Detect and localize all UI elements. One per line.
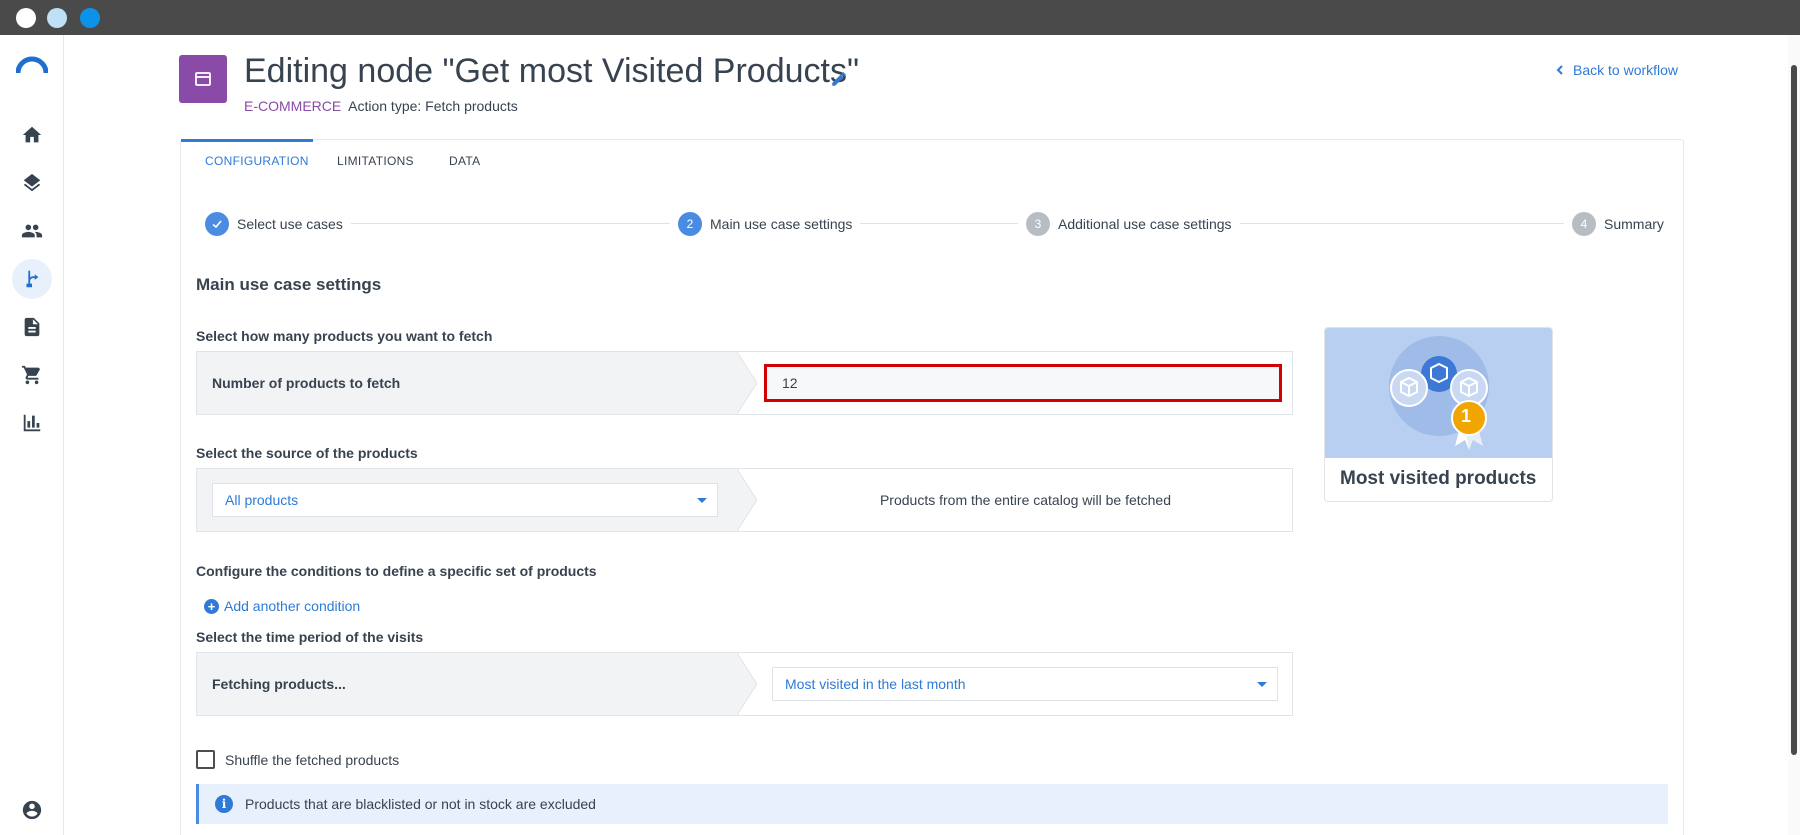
node-type-icon: [179, 55, 227, 103]
back-to-workflow-link[interactable]: Back to workflow: [1555, 62, 1678, 78]
source-question: Select the source of the products: [196, 445, 418, 461]
step-number: 3: [1026, 212, 1050, 236]
sidebar-item-account[interactable]: [12, 790, 52, 830]
add-condition-button[interactable]: + Add another condition: [204, 598, 360, 614]
sidebar-item-home[interactable]: [12, 115, 52, 155]
home-icon: [22, 126, 42, 143]
stepper-line: [205, 223, 1655, 224]
tab-configuration[interactable]: CONFIGURATION: [205, 154, 309, 168]
source-selected-value: All products: [225, 492, 299, 508]
source-row: All products Products from the entire ca…: [196, 468, 1293, 532]
chevron-left-icon: [1556, 65, 1563, 75]
section-title: Main use case settings: [196, 275, 382, 294]
use-case-illustration: 1: [1325, 328, 1552, 458]
sidebar-item-people[interactable]: [12, 211, 52, 251]
window-maximize-button[interactable]: [80, 8, 100, 28]
step-number: 4: [1572, 212, 1596, 236]
row-arrow-shape: [737, 469, 757, 531]
info-banner: i Products that are blacklisted or not i…: [196, 784, 1668, 824]
sidebar-item-documents[interactable]: [12, 307, 52, 347]
tab-limitations[interactable]: LIMITATIONS: [337, 154, 414, 168]
stepper: Select use cases 2 Main use case setting…: [205, 212, 1664, 236]
period-label: Fetching products...: [212, 676, 346, 692]
people-icon: [21, 224, 43, 238]
shuffle-checkbox[interactable]: [196, 750, 215, 769]
document-icon: [24, 317, 40, 337]
period-row-label-area: Fetching products...: [197, 653, 737, 715]
window-minimize-button[interactable]: [47, 8, 67, 28]
step-main-settings[interactable]: 2 Main use case settings: [670, 212, 861, 236]
use-case-card[interactable]: 1 Most visited products: [1324, 327, 1553, 502]
plus-circle-icon: +: [204, 598, 219, 614]
step-select-use-cases[interactable]: Select use cases: [205, 212, 351, 236]
step-label: Main use case settings: [710, 216, 853, 232]
period-row: Fetching products... Most visited in the…: [196, 652, 1293, 716]
checkmark-icon: [205, 212, 229, 236]
use-case-title: Most visited products: [1340, 468, 1537, 489]
period-select[interactable]: Most visited in the last month: [772, 667, 1278, 701]
step-label: Summary: [1604, 216, 1664, 232]
sidebar-item-layers[interactable]: [12, 163, 52, 203]
step-number: 2: [678, 212, 702, 236]
category-label: E-COMMERCE: [244, 98, 342, 114]
scrollbar-thumb[interactable]: [1791, 65, 1797, 755]
workflow-icon: [26, 270, 39, 288]
account-icon: [22, 800, 42, 820]
tab-bar: CONFIGURATION LIMITATIONS DATA: [181, 139, 1683, 184]
conditions-question: Configure the conditions to define a spe…: [196, 563, 597, 579]
period-selected-value: Most visited in the last month: [785, 676, 966, 692]
card-icon: [195, 72, 211, 86]
step-additional-settings[interactable]: 3 Additional use case settings: [1018, 212, 1240, 236]
shuffle-option[interactable]: Shuffle the fetched products: [196, 750, 399, 769]
info-text: Products that are blacklisted or not in …: [245, 796, 596, 812]
row-arrow-shape: [737, 352, 757, 414]
count-question: Select how many products you want to fet…: [196, 328, 493, 344]
shuffle-label: Shuffle the fetched products: [225, 751, 400, 768]
node-subtitle: E-COMMERCE Action type: Fetch products: [244, 98, 518, 114]
step-label: Additional use case settings: [1058, 216, 1232, 232]
active-tab-indicator: [181, 139, 313, 142]
sidebar-item-workflows[interactable]: [12, 259, 52, 299]
bar-chart-icon: [23, 414, 41, 432]
page-title: Editing node "Get most Visited Products": [244, 52, 860, 90]
award-badge-number: 1: [1461, 406, 1472, 426]
award-boxes-icon: [1389, 336, 1489, 450]
sidebar-item-analytics[interactable]: [12, 403, 52, 443]
sidebar-item-ecommerce[interactable]: [12, 355, 52, 395]
step-summary[interactable]: 4 Summary: [1564, 212, 1664, 236]
count-row-label-area: Number of products to fetch: [197, 352, 737, 414]
step-label: Select use cases: [237, 216, 343, 232]
period-question: Select the time period of the visits: [196, 629, 424, 645]
chevron-down-icon: [1257, 682, 1267, 687]
add-condition-label: Add another condition: [224, 598, 361, 614]
products-count-input[interactable]: 12: [764, 364, 1282, 402]
window-titlebar: [0, 0, 1800, 35]
layers-icon: [23, 173, 41, 192]
count-label: Number of products to fetch: [212, 375, 401, 391]
window-close-button[interactable]: [16, 8, 36, 28]
sidebar: [0, 35, 64, 835]
source-description: Products from the entire catalog will be…: [879, 492, 1172, 508]
back-link-label: Back to workflow: [1573, 62, 1679, 78]
page-scrollbar[interactable]: [1788, 35, 1800, 835]
logo-icon: [16, 56, 48, 74]
cart-icon: [21, 365, 41, 385]
count-row: Number of products to fetch 12: [196, 351, 1293, 415]
configuration-card: CONFIGURATION LIMITATIONS DATA Select us…: [180, 139, 1684, 835]
tab-data[interactable]: DATA: [449, 154, 480, 168]
pencil-icon[interactable]: [830, 70, 848, 88]
chevron-down-icon: [697, 498, 707, 503]
action-type-label: Action type: Fetch products: [348, 98, 518, 114]
source-select[interactable]: All products: [212, 483, 718, 517]
row-arrow-shape: [737, 653, 757, 715]
info-icon: i: [215, 795, 233, 813]
